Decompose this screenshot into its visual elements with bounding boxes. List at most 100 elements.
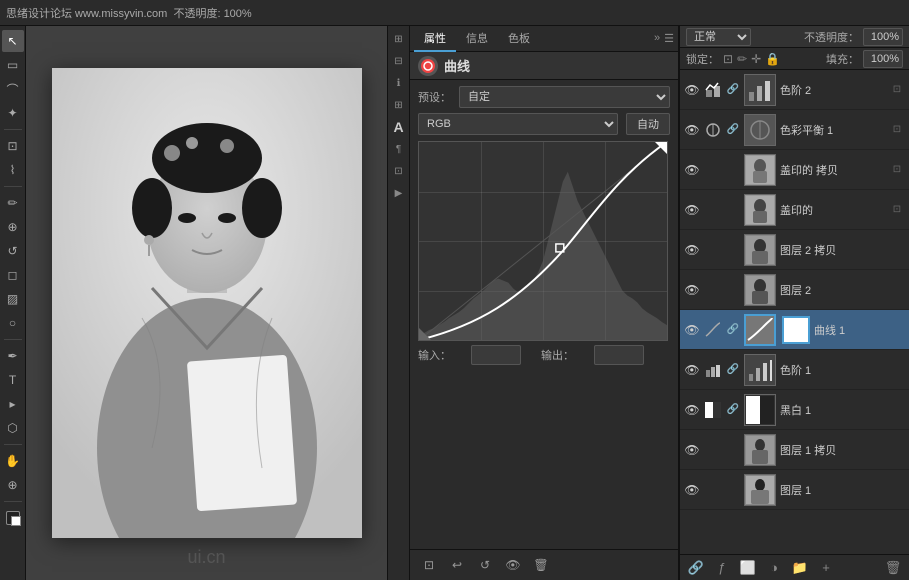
curves-graph [418,141,670,341]
hand-tool[interactable]: ✋ [2,450,24,472]
new-layer-btn[interactable]: + [816,558,836,578]
delete-icon[interactable]: 🗑 [530,554,552,576]
output-field[interactable] [594,345,644,365]
layer-eye-icon[interactable]: 👁 [684,242,700,258]
text-tool[interactable]: T [2,369,24,391]
preset-select[interactable]: 自定 [459,86,670,108]
stamp-tool[interactable]: ⊕ [2,216,24,238]
properties-panel: 属性 信息 色板 » ☰ 曲线 预设： 自定 [409,26,679,580]
layer-row[interactable]: 👁 图层 2 [680,270,909,310]
layer-row[interactable]: 👁 🔗 色阶 1 [680,350,909,390]
layer-link-icon: 🔗 [726,83,740,97]
portrait-svg [52,68,362,538]
layer-eye-icon[interactable]: 👁 [684,322,700,338]
move-tool[interactable]: ↖ [2,30,24,52]
eraser-tool[interactable]: ◻ [2,264,24,286]
new-adjustment-btn[interactable]: ◑ [764,558,784,578]
panel-text-btn[interactable]: A [390,118,408,136]
layer-row[interactable]: 👁 盖印的 ⊡ [680,190,909,230]
layer-row[interactable]: 👁 图层 2 拷贝 [680,230,909,270]
lasso-tool[interactable]: ⌒ [2,78,24,100]
zoom-tool[interactable]: ⊕ [2,474,24,496]
panel-info-btn[interactable]: ℹ [390,74,408,92]
dodge-tool[interactable]: ○ [2,312,24,334]
layer-row-curves-active[interactable]: 👁 🔗 曲线 1 ➡ [680,310,909,350]
layer-type-bw [704,401,722,419]
add-mask-btn[interactable]: ⬜ [738,558,758,578]
graph-canvas[interactable] [418,141,668,341]
layer-extra-icon: ⊡ [889,202,905,218]
panel-play-btn[interactable]: ▶ [390,184,408,202]
layer-link-icon: 🔗 [726,403,740,417]
add-style-btn[interactable]: ƒ [712,558,732,578]
opacity-input[interactable] [863,28,903,46]
layer-eye-icon[interactable]: 👁 [684,162,700,178]
reset-icon[interactable]: ↺ [474,554,496,576]
panel-collapse-btn[interactable]: ⊟ [390,52,408,70]
layers-list: 👁 🔗 色阶 2 ⊡ 👁 🔗 [680,70,909,554]
brush-tool[interactable]: ✏ [2,192,24,214]
foreground-color[interactable] [6,511,20,525]
path-select[interactable]: ▸ [2,393,24,415]
layer-row[interactable]: 👁 🔗 色彩平衡 1 ⊡ [680,110,909,150]
main-area: ↖ ▭ ⌒ ✦ ⊡ ⌇ ✏ ⊕ ↺ ◻ ▨ ○ ✒ T ▸ ⬡ ✋ ⊕ [0,26,909,580]
tab-properties[interactable]: 属性 [414,26,456,52]
lock-move-icon[interactable]: ✛ [751,52,761,66]
layer-eye-icon[interactable]: 👁 [684,442,700,458]
panel-expand-btn[interactable]: ⊞ [390,30,408,48]
layer-row[interactable]: 👁 🔗 色阶 2 ⊡ [680,70,909,110]
tab-info[interactable]: 信息 [456,26,498,52]
layer-row[interactable]: 👁 🔗 黑白 1 [680,390,909,430]
link-layers-btn[interactable]: 🔗 [686,558,706,578]
layer-eye-icon[interactable]: 👁 [684,482,700,498]
panel-extra-btn[interactable]: ⊡ [390,162,408,180]
layer-extra-icon: ⊡ [889,162,905,178]
panel-para-btn[interactable]: ¶ [390,140,408,158]
layer-row[interactable]: 👁 图层 1 拷贝 [680,430,909,470]
lock-transparency-icon[interactable]: ⊡ [723,52,733,66]
pen-tool[interactable]: ✒ [2,345,24,367]
layer-eye-icon[interactable]: 👁 [684,82,700,98]
layer-eye-icon[interactable]: 👁 [684,282,700,298]
layer-eye-icon[interactable]: 👁 [684,362,700,378]
history-brush[interactable]: ↺ [2,240,24,262]
channel-select[interactable]: RGB [418,113,618,135]
auto-button[interactable]: 自动 [626,113,670,135]
layer-name: 盖印的 [780,202,885,218]
fill-input[interactable] [863,50,903,68]
layer-row[interactable]: 👁 图层 1 [680,470,909,510]
gradient-tool[interactable]: ▨ [2,288,24,310]
panel-tab-icons: » ☰ [654,32,674,45]
layer-name: 色彩平衡 1 [780,122,885,138]
layer-type-normal [704,241,722,259]
tool-separator-2 [4,186,22,187]
crop-tool[interactable]: ⊡ [2,135,24,157]
lock-all-icon[interactable]: 🔒 [765,52,780,66]
layer-eye-icon[interactable]: 👁 [684,122,700,138]
panel-tabs: 属性 信息 色板 » ☰ [410,26,678,52]
tab-swatches[interactable]: 色板 [498,26,540,52]
eyedropper-tool[interactable]: ⌇ [2,159,24,181]
panel-arrow-icon[interactable]: » [654,32,660,45]
delete-layer-btn[interactable]: 🗑 [883,558,903,578]
visibility-icon[interactable]: 👁 [502,554,524,576]
layer-thumbnail [744,234,776,266]
new-group-btn[interactable]: 📁 [790,558,810,578]
layer-eye-icon[interactable]: 👁 [684,202,700,218]
layer-extra-icon: ⊡ [889,122,905,138]
layer-name: 图层 1 [780,482,905,498]
layer-row[interactable]: 👁 盖印的 拷贝 ⊡ [680,150,909,190]
panel-menu-icon[interactable]: ☰ [664,32,674,45]
layer-link-icon: 🔗 [726,363,740,377]
previous-state-icon[interactable]: ↩ [446,554,468,576]
blend-mode-select[interactable]: 正常 [686,28,751,46]
magic-wand-tool[interactable]: ✦ [2,102,24,124]
marquee-tool[interactable]: ▭ [2,54,24,76]
panel-grid-btn[interactable]: ⊞ [390,96,408,114]
input-field[interactable] [471,345,521,365]
layer-eye-icon[interactable]: 👁 [684,402,700,418]
shape-tool[interactable]: ⬡ [2,417,24,439]
layer-thumbnail-curves [744,314,776,346]
lock-paint-icon[interactable]: ✏ [737,52,747,66]
clip-to-layer-icon[interactable]: ⊡ [418,554,440,576]
